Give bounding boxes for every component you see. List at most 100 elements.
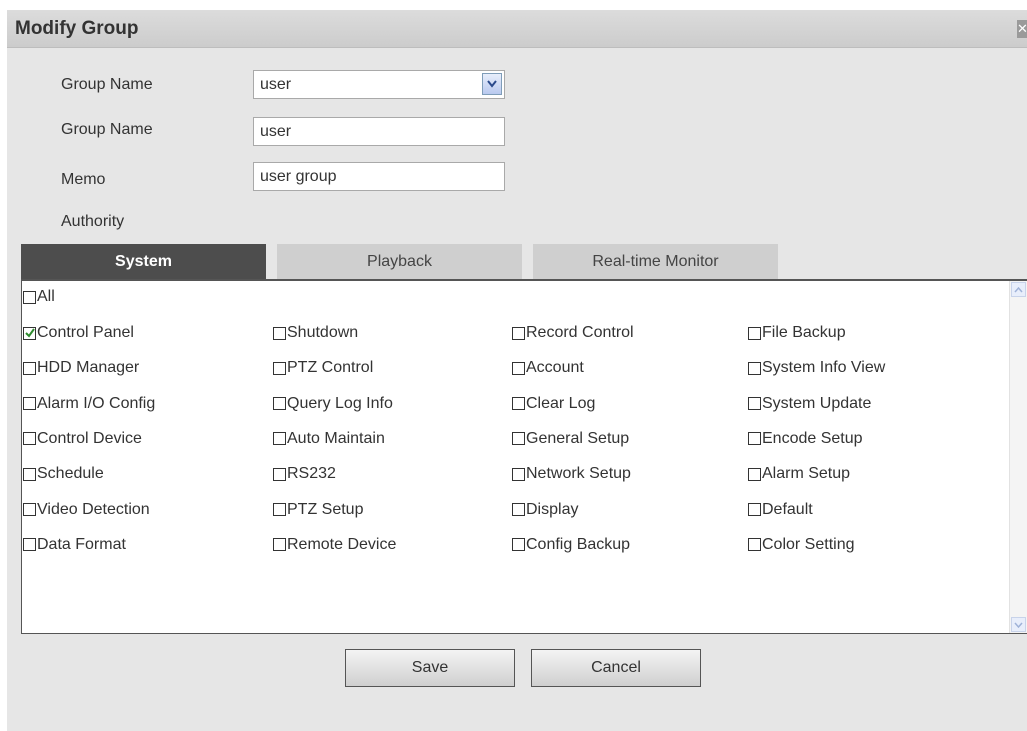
checkbox-label: PTZ Setup [287, 500, 364, 518]
group-name-input[interactable] [253, 117, 505, 146]
checkbox-label: System Update [762, 394, 872, 412]
checkbox-label: Alarm I/O Config [37, 394, 156, 412]
checkbox-box[interactable] [512, 326, 525, 340]
checkbox-box[interactable] [273, 361, 286, 375]
checkbox-box[interactable] [23, 361, 36, 375]
checkbox-box[interactable] [23, 503, 36, 516]
tab-playback[interactable]: Playback [277, 244, 522, 280]
permission-checkbox-auto-maintain[interactable]: Auto Maintain [273, 430, 385, 448]
permission-checkbox-hdd-manager[interactable]: HDD Manager [23, 359, 139, 377]
checkbox-label: HDD Manager [37, 359, 140, 377]
permission-checkbox-color-setting[interactable]: Color Setting [748, 536, 855, 554]
group-name-label: Group Name [61, 121, 153, 138]
checkbox-label: Display [526, 500, 579, 518]
permission-checkbox-rs232[interactable]: RS232 [273, 465, 336, 483]
permission-checkbox-config-backup[interactable]: Config Backup [512, 536, 630, 554]
checkbox-label: Auto Maintain [287, 429, 385, 447]
checkbox-box[interactable] [512, 361, 525, 375]
checkbox-all[interactable]: All [23, 288, 55, 306]
checkbox-label: Encode Setup [762, 429, 863, 447]
chevron-down-icon[interactable] [482, 73, 502, 95]
permission-checkbox-ptz-setup[interactable]: PTZ Setup [273, 501, 363, 519]
dialog-titlebar: Modify Group ✕ [7, 10, 1027, 48]
permission-checkbox-data-format[interactable]: Data Format [23, 536, 126, 554]
checkbox-box[interactable] [748, 361, 761, 375]
checkbox-label: Record Control [526, 324, 634, 341]
checkbox-box[interactable] [23, 290, 36, 304]
scroll-up-icon[interactable] [1011, 282, 1026, 297]
permission-checkbox-encode-setup[interactable]: Encode Setup [748, 430, 863, 448]
permission-checkbox-account[interactable]: Account [512, 359, 584, 377]
permission-checkbox-record-control[interactable]: Record Control [512, 324, 634, 342]
permission-checkbox-alarm-i-o-config[interactable]: Alarm I/O Config [23, 395, 155, 413]
memo-label: Memo [61, 171, 106, 188]
checkmark-icon [25, 327, 35, 338]
checkbox-label: Default [762, 500, 813, 518]
checkbox-label: Data Format [37, 535, 126, 553]
checkbox-label: RS232 [287, 465, 336, 483]
checkbox-box[interactable] [748, 397, 761, 411]
scroll-down-icon[interactable] [1011, 617, 1026, 632]
checkbox-box[interactable] [748, 432, 761, 446]
tab-realtime-monitor[interactable]: Real-time Monitor [533, 244, 778, 280]
checkbox-box[interactable] [23, 397, 36, 411]
checkbox-box[interactable] [273, 503, 286, 516]
save-button[interactable]: Save [345, 649, 515, 687]
checkbox-label: System Info View [762, 359, 886, 377]
checkbox-label: Shutdown [287, 324, 359, 341]
checkbox-box[interactable] [512, 467, 525, 481]
checkbox-box[interactable] [273, 467, 286, 481]
checkbox-box[interactable] [23, 538, 36, 552]
permission-checkbox-system-update[interactable]: System Update [748, 395, 871, 413]
dialog-title: Modify Group [15, 18, 139, 39]
checkbox-box[interactable] [748, 467, 761, 481]
permission-checkbox-ptz-control[interactable]: PTZ Control [273, 359, 373, 377]
checkbox-label: Config Backup [526, 535, 631, 553]
checkbox-label: Clear Log [526, 394, 596, 412]
checkbox-box[interactable] [512, 503, 525, 516]
permission-checkbox-schedule[interactable]: Schedule [23, 465, 104, 483]
checkbox-box[interactable] [23, 432, 36, 446]
checkbox-box[interactable] [512, 397, 525, 411]
permission-checkbox-shutdown[interactable]: Shutdown [273, 324, 358, 342]
checkbox-box[interactable] [512, 432, 525, 446]
checkbox-label: Video Detection [37, 500, 150, 518]
permission-checkbox-default[interactable]: Default [748, 501, 813, 519]
checkbox-box[interactable] [748, 538, 761, 552]
checkbox-box[interactable] [23, 326, 36, 340]
checkbox-box[interactable] [273, 397, 286, 411]
checkbox-box[interactable] [748, 326, 761, 340]
permission-checkbox-general-setup[interactable]: General Setup [512, 430, 629, 448]
group-select-value: user [260, 76, 292, 93]
checkbox-box[interactable] [273, 538, 286, 552]
modify-group-dialog: Modify Group ✕ Group Name user Group Nam… [7, 10, 1027, 731]
tab-system[interactable]: System [21, 244, 266, 280]
permission-checkbox-alarm-setup[interactable]: Alarm Setup [748, 465, 850, 483]
checkbox-label: Network Setup [526, 465, 631, 483]
permission-checkbox-control-device[interactable]: Control Device [23, 430, 142, 448]
permission-checkbox-query-log-info[interactable]: Query Log Info [273, 395, 393, 413]
checkbox-label: Query Log Info [287, 394, 393, 412]
permission-checkbox-clear-log[interactable]: Clear Log [512, 395, 595, 413]
close-icon[interactable]: ✕ [1017, 20, 1027, 38]
checkbox-box[interactable] [23, 467, 36, 481]
cancel-button[interactable]: Cancel [531, 649, 701, 687]
checkbox-label: Schedule [37, 465, 104, 483]
permission-checkbox-remote-device[interactable]: Remote Device [273, 536, 396, 554]
vertical-scrollbar[interactable] [1009, 281, 1027, 633]
checkbox-box[interactable] [512, 538, 525, 552]
checkbox-box[interactable] [748, 503, 761, 516]
permission-checkbox-network-setup[interactable]: Network Setup [512, 465, 631, 483]
group-select[interactable]: user [253, 70, 505, 99]
permission-checkbox-system-info-view[interactable]: System Info View [748, 359, 885, 377]
checkbox-label: Account [526, 359, 584, 377]
checkbox-box[interactable] [273, 326, 286, 340]
permission-checkbox-file-backup[interactable]: File Backup [748, 324, 846, 342]
permission-checkbox-display[interactable]: Display [512, 501, 578, 519]
checkbox-label: PTZ Control [287, 359, 374, 377]
checkbox-box[interactable] [273, 432, 286, 446]
group-select-label: Group Name [61, 76, 153, 93]
memo-input[interactable] [253, 162, 505, 191]
permission-checkbox-control-panel[interactable]: Control Panel [23, 324, 134, 342]
permission-checkbox-video-detection[interactable]: Video Detection [23, 501, 150, 519]
